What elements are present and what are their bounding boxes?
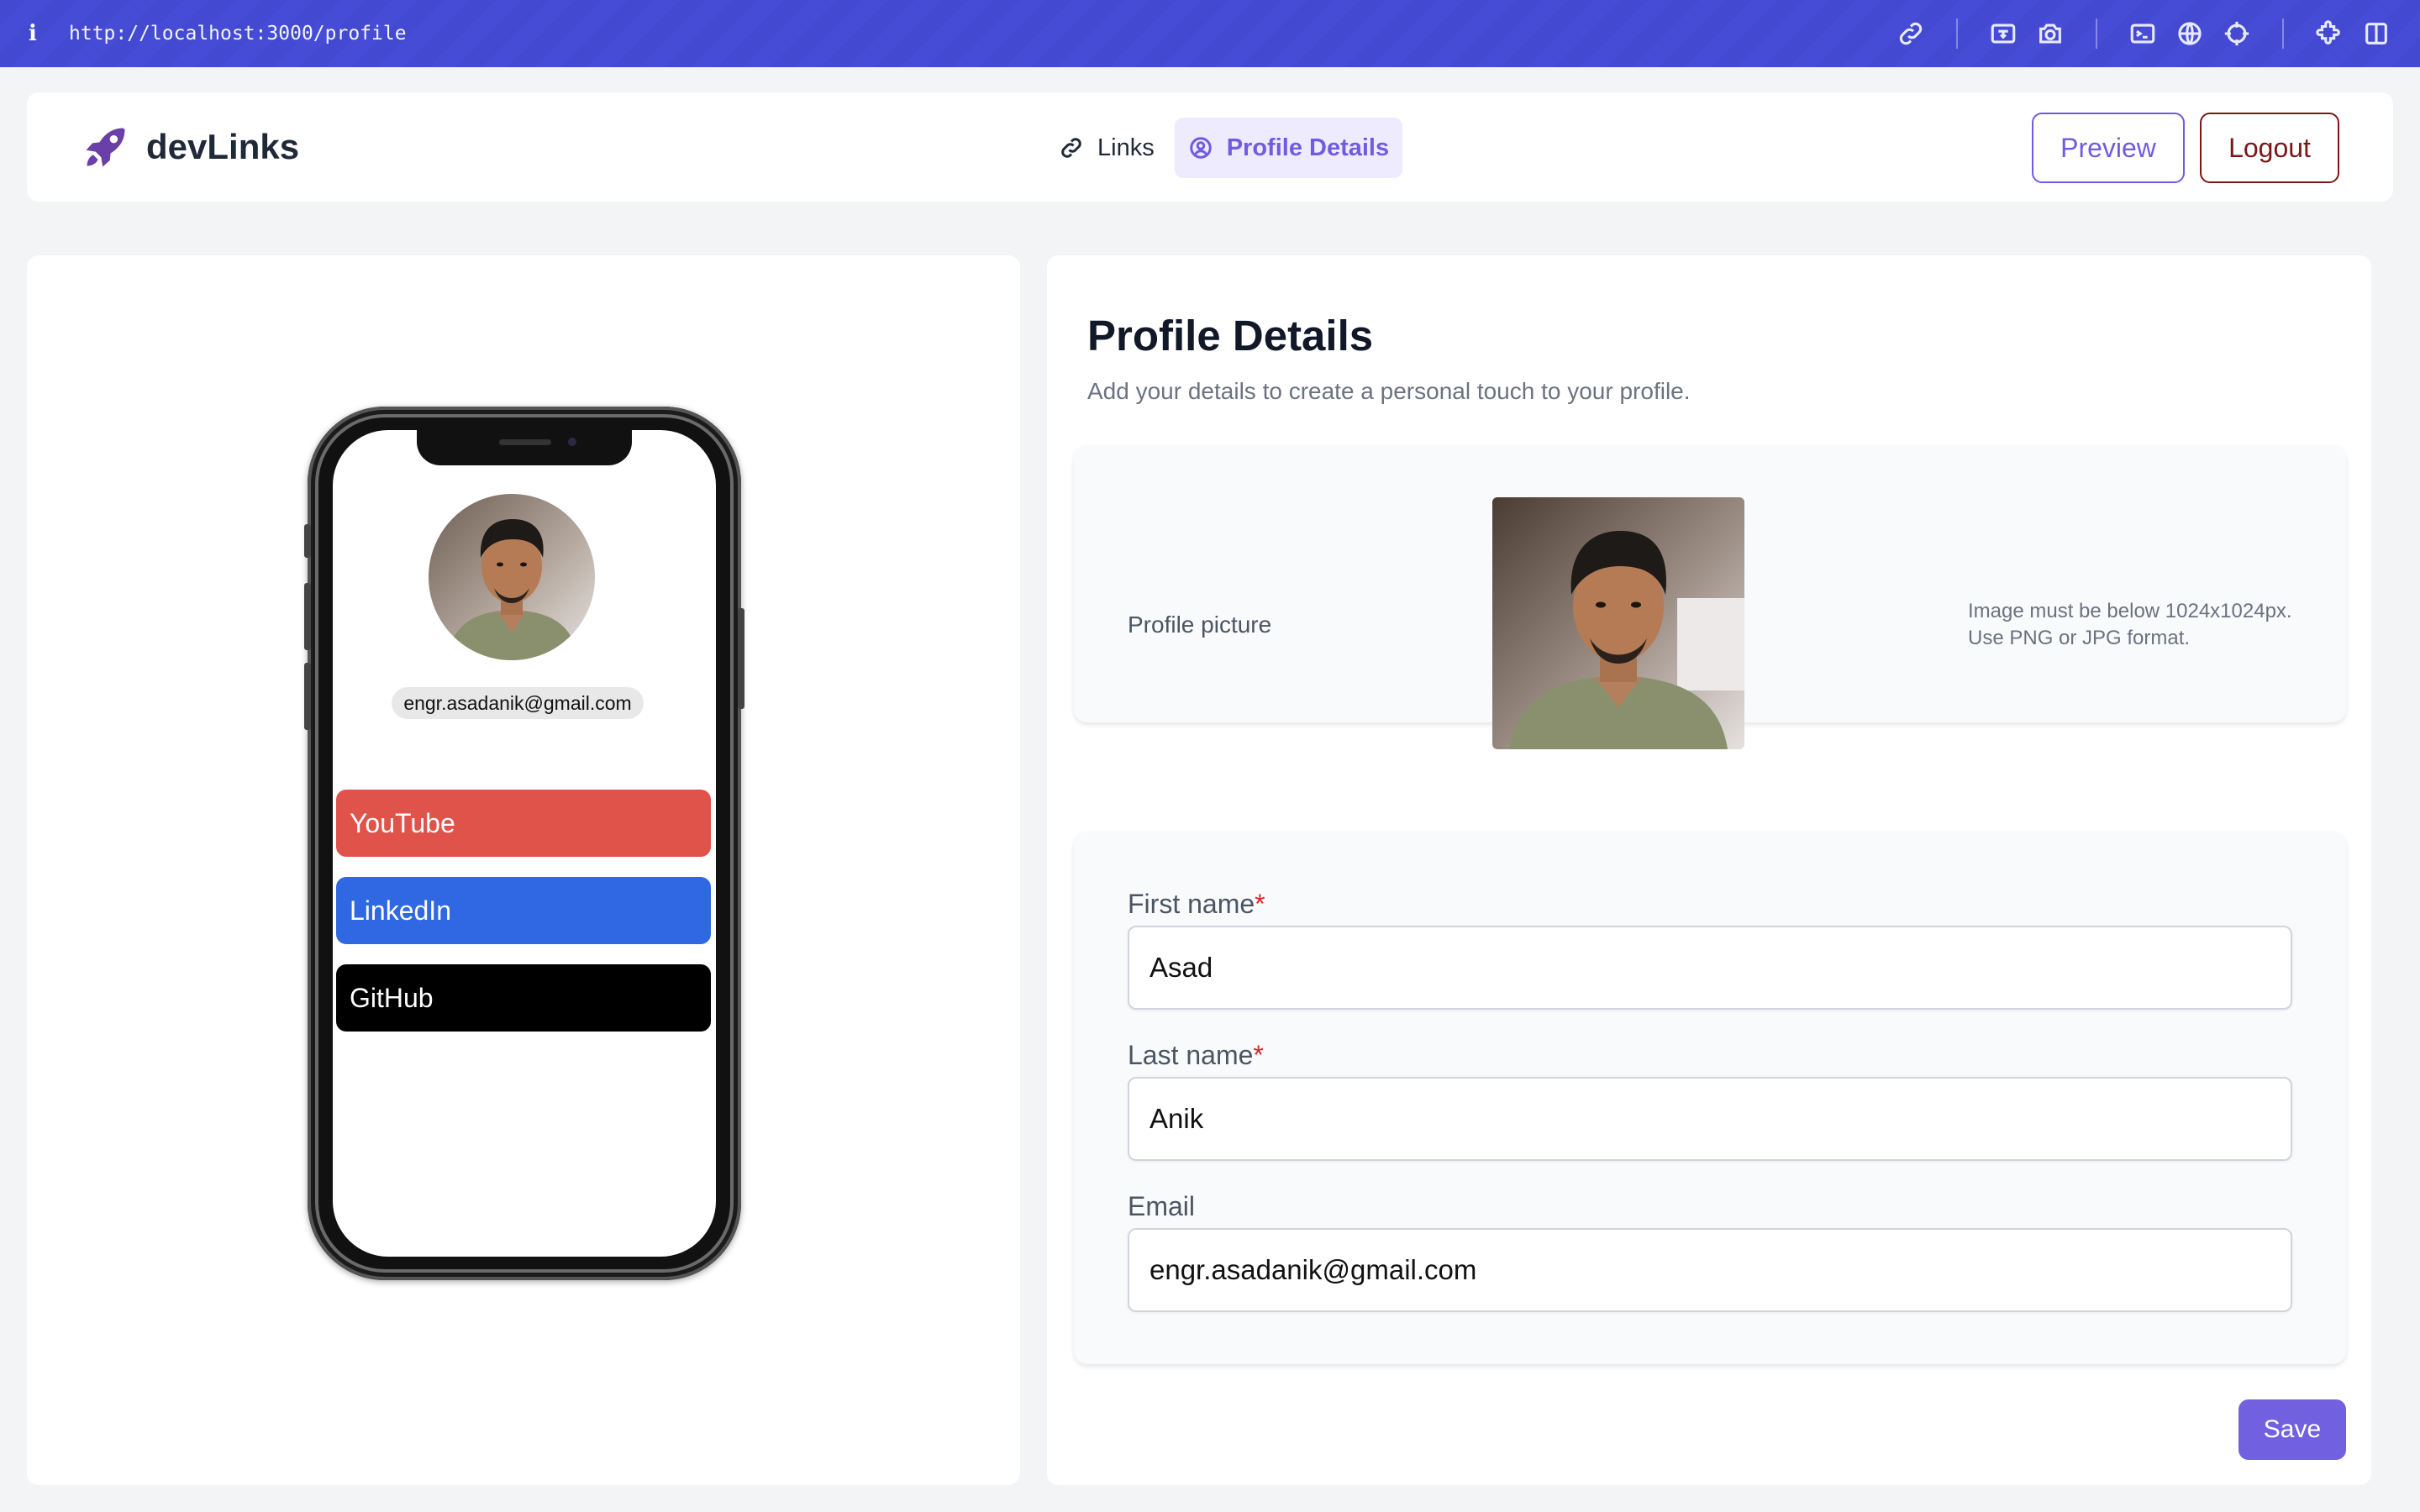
crosshair-icon[interactable] — [2222, 18, 2252, 49]
profile-picture-upload[interactable] — [1492, 497, 1744, 749]
extensions-icon[interactable] — [2314, 18, 2344, 49]
app-header: devLinks Links Profile Details Preview L… — [27, 92, 2393, 202]
toolbar-divider — [2096, 18, 2097, 49]
tab-profile-details[interactable]: Profile Details — [1174, 118, 1403, 178]
save-button[interactable]: Save — [2238, 1399, 2346, 1460]
terminal-icon[interactable] — [2128, 18, 2158, 49]
rocket-logo-icon — [86, 128, 125, 167]
brand-name: devLinks — [146, 127, 300, 166]
browser-toolbar: i http://localhost:3000/profile — [0, 0, 2420, 67]
logout-button[interactable]: Logout — [2200, 113, 2339, 183]
profile-picture-label: Profile picture — [1128, 612, 1272, 638]
preview-button[interactable]: Preview — [2032, 113, 2185, 183]
picture-note-size: Image must be below 1024x1024px. — [1968, 600, 2292, 622]
phone-screen: engr.asadanik@gmail.com YouTube LinkedIn… — [333, 430, 716, 1257]
main-nav: Links Profile Details — [1045, 118, 1403, 178]
tab-links[interactable]: Links — [1045, 118, 1168, 178]
phone-notch — [417, 430, 632, 465]
link-icon — [1061, 138, 1081, 158]
profile-details-panel: Profile Details Add your details to crea… — [1047, 255, 2371, 1485]
profile-form-card: First name* Last name* Email — [1074, 832, 2346, 1364]
tab-profile-details-label: Profile Details — [1226, 134, 1390, 161]
screenshot-area-icon[interactable] — [1988, 18, 2018, 49]
phone-mockup: engr.asadanik@gmail.com YouTube LinkedIn… — [304, 407, 744, 1280]
phone-speaker — [499, 439, 551, 445]
last-name-input[interactable] — [1128, 1077, 2292, 1161]
profile-picture-note: Image must be below 1024x1024px. Use PNG… — [1968, 598, 2292, 652]
email-label-text: Email — [1128, 1191, 1196, 1221]
brand[interactable]: devLinks — [81, 92, 299, 202]
page-title: Profile Details — [1087, 312, 1374, 360]
last-name-label-text: Last name — [1128, 1040, 1254, 1070]
email-input[interactable] — [1128, 1228, 2292, 1312]
first-name-label: First name* — [1128, 889, 1265, 920]
user-circle-icon — [1189, 137, 1212, 159]
picture-note-format: Use PNG or JPG format. — [1968, 627, 2191, 649]
first-name-label-text: First name — [1128, 889, 1255, 919]
last-name-label: Last name* — [1128, 1040, 1264, 1071]
globe-icon[interactable] — [2175, 18, 2205, 49]
toolbar-divider — [1956, 18, 1958, 49]
phone-avatar — [429, 494, 595, 660]
phone-side-button — [738, 608, 744, 709]
phone-email-badge: engr.asadanik@gmail.com — [392, 687, 644, 719]
required-marker: * — [1255, 889, 1265, 919]
phone-link-linkedin[interactable]: LinkedIn — [336, 877, 711, 944]
link-icon[interactable] — [1896, 18, 1926, 49]
phone-link-github[interactable]: GitHub — [336, 964, 711, 1032]
phone-camera — [568, 438, 576, 446]
required-marker: * — [1253, 1040, 1264, 1070]
split-view-icon[interactable] — [2361, 18, 2391, 49]
toolbar-divider — [2282, 18, 2284, 49]
email-label: Email — [1128, 1191, 1195, 1222]
phone-link-youtube[interactable]: YouTube — [336, 790, 711, 857]
browser-tools — [1887, 0, 2400, 67]
tab-links-label: Links — [1097, 134, 1155, 161]
phone-side-button — [304, 524, 311, 558]
phone-preview-panel: engr.asadanik@gmail.com YouTube LinkedIn… — [27, 255, 1020, 1485]
address-bar[interactable]: http://localhost:3000/profile — [69, 23, 407, 45]
phone-side-button — [304, 663, 311, 730]
profile-picture-card: Profile picture Image must be below 1024… — [1074, 445, 2346, 749]
page-subtitle: Add your details to create a personal to… — [1087, 378, 1691, 404]
camera-icon[interactable] — [2035, 18, 2065, 49]
phone-side-button — [304, 583, 311, 650]
info-icon[interactable]: i — [29, 21, 44, 46]
first-name-input[interactable] — [1128, 926, 2292, 1010]
